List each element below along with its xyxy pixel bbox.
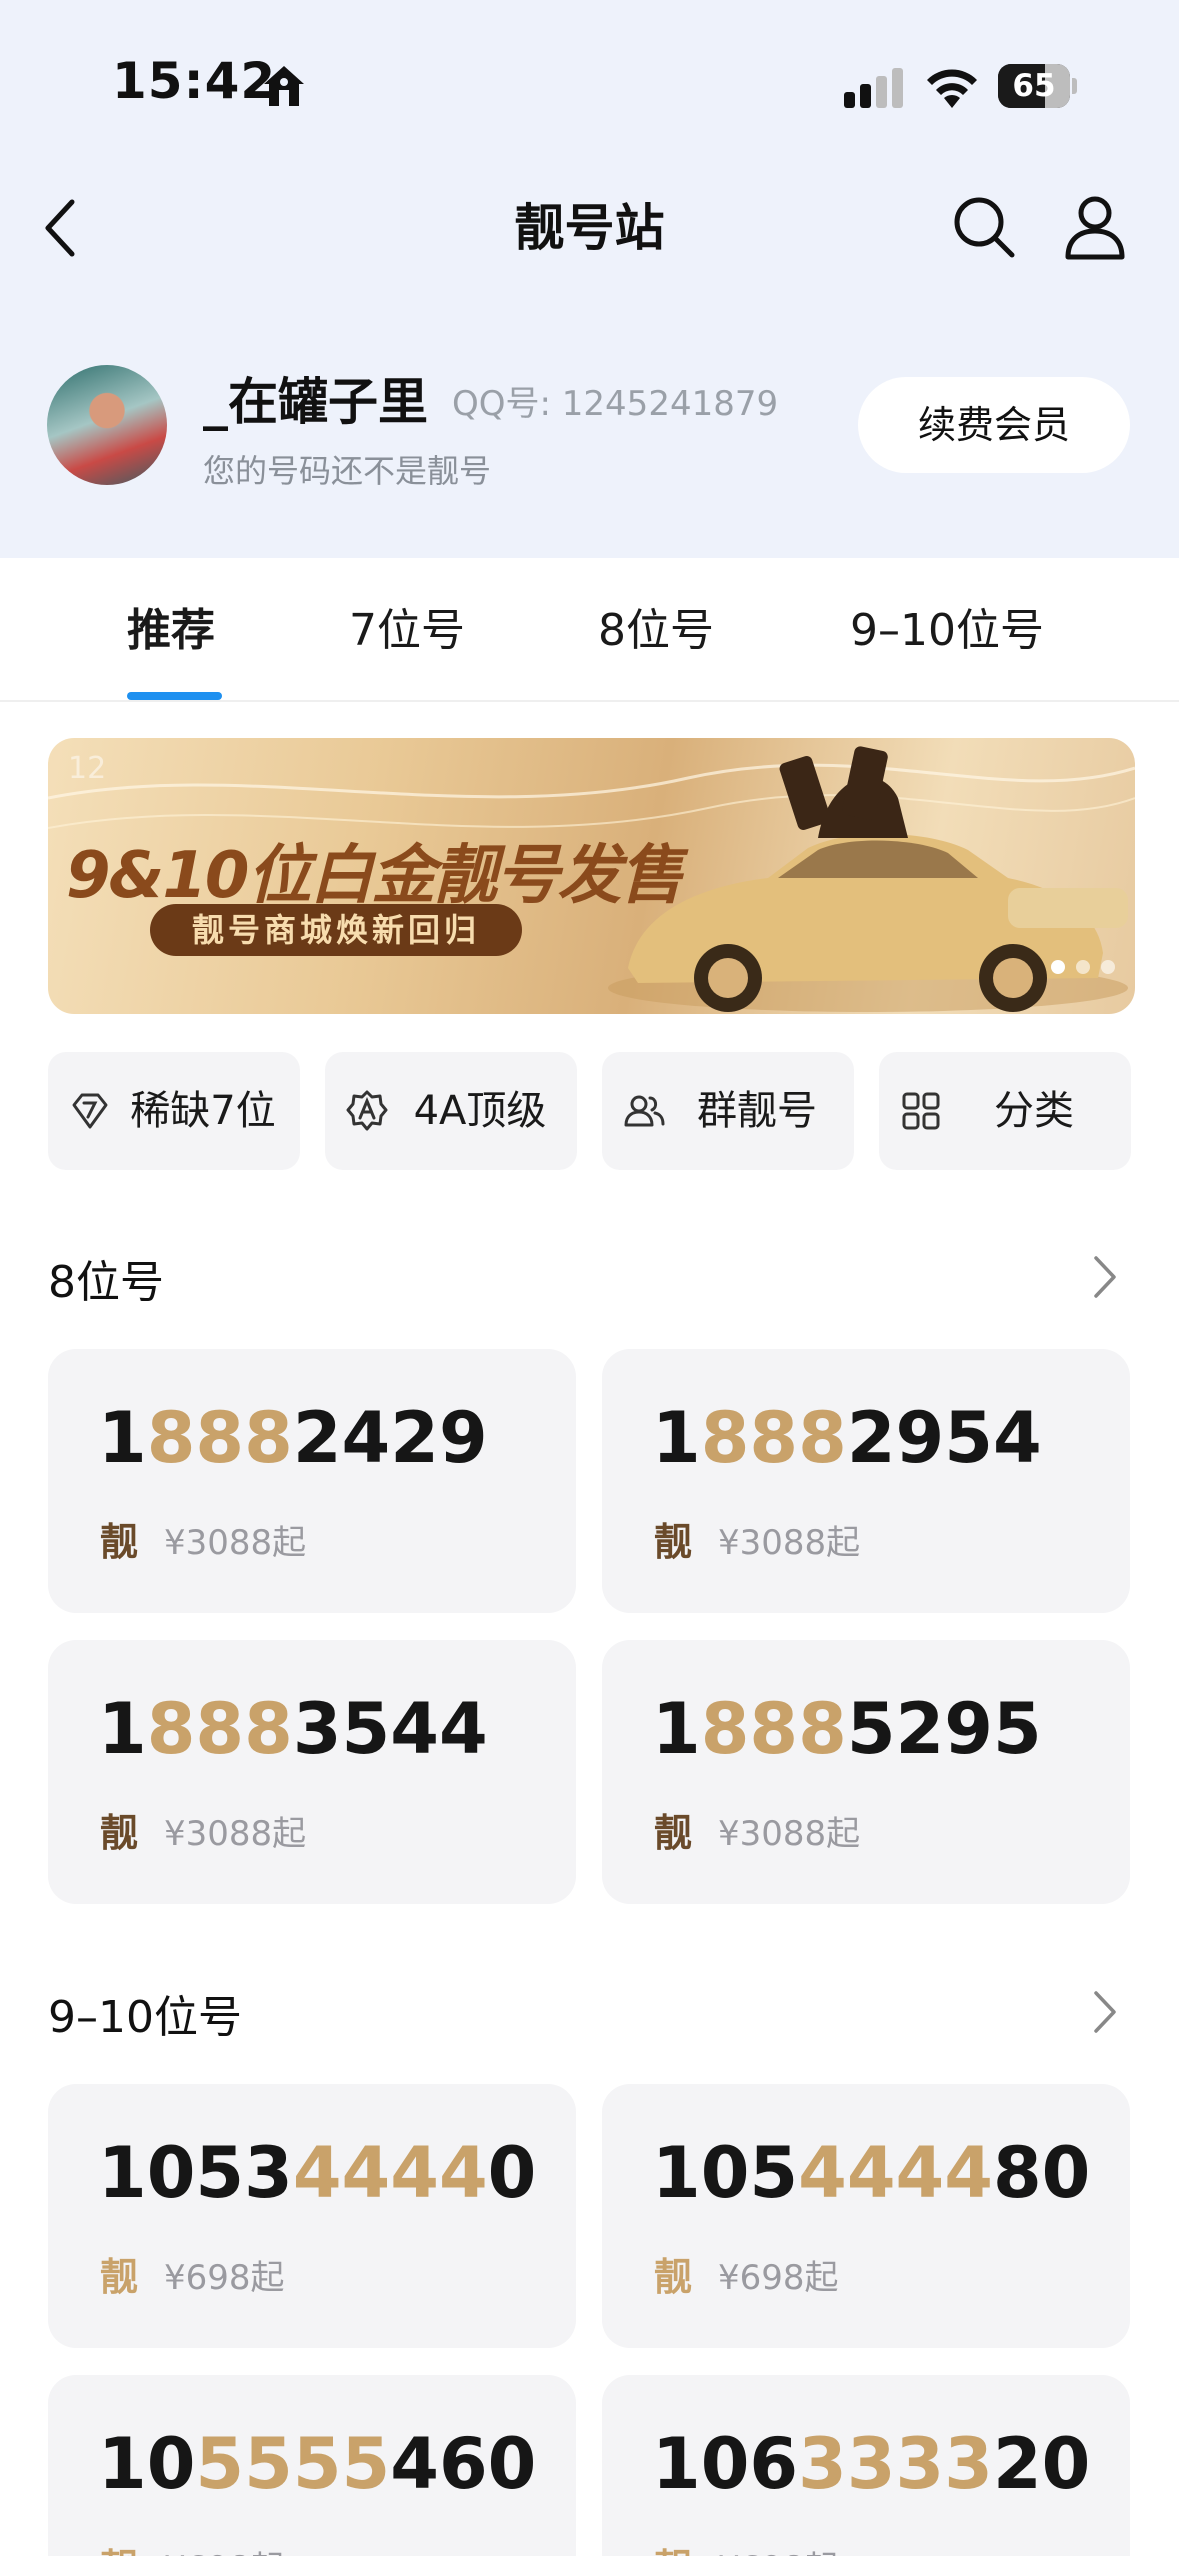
- category-label: 稀缺7位: [130, 1088, 276, 1134]
- number-value: 18883544: [98, 1688, 488, 1770]
- renew-membership-button[interactable]: 续费会员: [858, 377, 1130, 473]
- banner-title: 9&10位白金靓号发售: [66, 839, 683, 913]
- number-price: ¥3088起: [164, 1814, 307, 1854]
- section-title-8-digit: 8位号: [48, 1257, 164, 1308]
- number-value: 105344440: [98, 2132, 537, 2214]
- back-arrow-icon[interactable]: [38, 192, 88, 264]
- status-time: 15:42: [112, 52, 277, 110]
- active-tab-indicator: [127, 692, 222, 700]
- number-card[interactable]: 105344440 靓 ¥698起: [48, 2084, 576, 2348]
- category-4a-button[interactable]: 4A顶级: [325, 1052, 577, 1170]
- status-bar: 15:42 65: [0, 0, 1179, 170]
- home-icon: [264, 66, 304, 106]
- premium-badge: 靓: [654, 1520, 693, 1564]
- number-card[interactable]: 18882429 靓 ¥3088起: [48, 1349, 576, 1613]
- number-price: ¥3088起: [718, 1814, 861, 1854]
- battery-body: 65: [998, 64, 1070, 108]
- number-value: 18882429: [98, 1397, 488, 1479]
- tab-8-digit[interactable]: 8位号: [598, 594, 714, 658]
- banner-subtitle: 靓号商城焕新回归: [150, 904, 523, 956]
- section-title-9-10-digit: 9–10位号: [48, 1992, 242, 2043]
- user-status-text: 您的号码还不是靓号: [203, 452, 492, 490]
- battery-indicator: 65: [998, 64, 1077, 108]
- premium-badge: 靓: [100, 2255, 139, 2299]
- category-group-button[interactable]: 群靓号: [602, 1052, 854, 1170]
- tab-7-digit[interactable]: 7位号: [349, 594, 465, 658]
- banner-page-dot: [1076, 960, 1090, 974]
- number-price: ¥698起: [164, 2258, 285, 2298]
- number-value: 18885295: [652, 1688, 1042, 1770]
- category-label: 分类: [994, 1088, 1074, 1134]
- number-price: ¥3088起: [164, 1523, 307, 1563]
- number-card[interactable]: 105444480 靓 ¥698起: [602, 2084, 1130, 2348]
- tab-9-10-digit[interactable]: 9–10位号: [850, 594, 1044, 658]
- number-card[interactable]: 18885295 靓 ¥3088起: [602, 1640, 1130, 1904]
- battery-text: 65: [1012, 68, 1056, 104]
- premium-badge: 靓: [654, 2255, 693, 2299]
- banner-page-dot: [1101, 960, 1115, 974]
- avatar[interactable]: [47, 365, 167, 485]
- wifi-icon: [927, 69, 977, 108]
- chevron-right-icon[interactable]: [1090, 1254, 1120, 1300]
- svg-text:12: 12: [68, 751, 106, 786]
- premium-badge: 靓: [100, 1520, 139, 1564]
- qq-number: QQ号: 1245241879: [452, 384, 779, 424]
- category-all-button[interactable]: 分类: [879, 1052, 1131, 1170]
- banner-page-dot: [1051, 960, 1065, 974]
- number-card[interactable]: 105555460 靓 ¥698起: [48, 2375, 576, 2556]
- number-price: ¥698起: [718, 2258, 839, 2298]
- number-value: 105555460: [98, 2423, 537, 2505]
- chevron-right-icon[interactable]: [1090, 1989, 1120, 2035]
- signal-icon: [844, 68, 903, 108]
- category-rare-7-button[interactable]: 稀缺7位: [48, 1052, 300, 1170]
- premium-badge: 靓: [654, 1811, 693, 1855]
- premium-badge: 靓: [654, 2537, 692, 2556]
- number-value: 18882954: [652, 1397, 1042, 1479]
- tab-recommended[interactable]: 推荐: [127, 594, 215, 658]
- number-value: 106333320: [652, 2423, 1091, 2505]
- number-card[interactable]: 18882954 靓 ¥3088起: [602, 1349, 1130, 1613]
- tab-bar: 推荐 7位号 8位号 9–10位号: [0, 558, 1179, 702]
- number-card[interactable]: 106333320 靓 ¥698起: [602, 2375, 1130, 2556]
- promo-banner[interactable]: 12 9&10位白金靓号发售 靓号商城焕新回归: [48, 738, 1135, 1014]
- category-label: 4A顶级: [413, 1088, 547, 1134]
- premium-badge: 靓: [100, 2537, 138, 2556]
- number-value: 105444480: [652, 2132, 1091, 2214]
- category-label: 群靓号: [697, 1088, 817, 1134]
- person-icon[interactable]: [1062, 193, 1128, 261]
- battery-tip: [1072, 78, 1077, 94]
- username: _在罐子里: [203, 373, 428, 431]
- search-icon[interactable]: [950, 193, 1018, 261]
- number-price: ¥698起: [718, 2541, 839, 2556]
- number-price: ¥698起: [164, 2541, 285, 2556]
- number-price: ¥3088起: [718, 1523, 861, 1563]
- number-card[interactable]: 18883544 靓 ¥3088起: [48, 1640, 576, 1904]
- premium-badge: 靓: [100, 1811, 139, 1855]
